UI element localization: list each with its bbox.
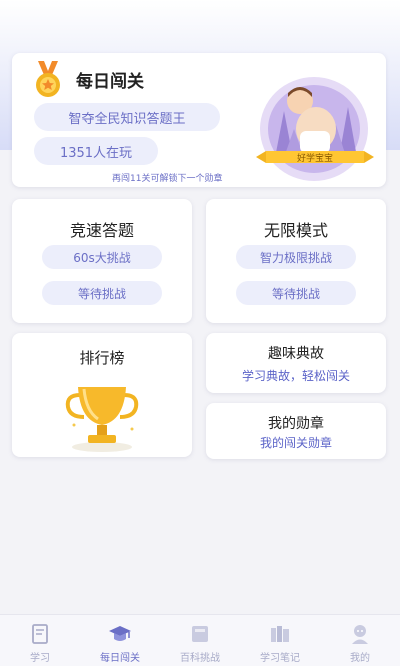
leaderboard-card[interactable]: 排行榜 [12, 333, 192, 457]
speed-waiting-pill[interactable]: 等待挑战 [42, 281, 162, 305]
my-medals-card[interactable]: 我的勋章 我的闯关勋章 [206, 403, 386, 459]
my-medals-title: 我的勋章 [268, 416, 324, 432]
players-count-pill: 1351人在玩 [34, 137, 158, 165]
profile-icon [352, 625, 368, 644]
fun-stories-card[interactable]: 趣味典故 学习典故，轻松闯关 [206, 333, 386, 393]
infinite-mode-card[interactable]: 无限模式 智力极限挑战 等待挑战 [206, 199, 386, 323]
speed-challenge-pill[interactable]: 60s大挑战 [42, 245, 162, 269]
fun-stories-subtitle: 学习典故，轻松闯关 [241, 369, 350, 383]
speed-quiz-card[interactable]: 竞速答题 60s大挑战 等待挑战 [12, 199, 192, 323]
my-medals-subtitle: 我的闯关勋章 [259, 436, 332, 450]
trophy-icon [65, 387, 139, 452]
speed-quiz-title: 竞速答题 [69, 221, 134, 240]
unlock-hint: 再闯11关可解锁下一个勋章 [112, 174, 223, 184]
nav-label-daily: 每日闯关 [100, 653, 140, 664]
graduation-cap-icon [109, 626, 131, 641]
infinite-challenge-pill[interactable]: 智力极限挑战 [236, 245, 356, 269]
infinite-mode-title: 无限模式 [263, 221, 328, 240]
nav-label-study: 学习 [30, 653, 50, 664]
nav-item-encyclopedia[interactable]: 百科挑战 [160, 615, 240, 666]
nav-item-daily[interactable]: 每日闯关 [80, 615, 160, 666]
books-shelf-icon [271, 626, 289, 642]
encyclopedia-icon [192, 626, 208, 642]
nav-item-study[interactable]: 学习 [0, 615, 80, 666]
infinite-waiting-pill[interactable]: 等待挑战 [236, 281, 356, 305]
nav-item-profile[interactable]: 我的 [320, 615, 400, 666]
nav-label-profile: 我的 [350, 653, 370, 664]
daily-title: 每日闯关 [76, 72, 144, 92]
quiz-king-pill[interactable]: 智夺全民知识答题王 [34, 103, 220, 131]
banner-text: 好学宝宝 [297, 152, 333, 164]
nav-label-encyclopedia: 百科挑战 [180, 653, 220, 664]
nav-item-notes[interactable]: 学习笔记 [240, 615, 320, 666]
daily-challenge-card[interactable]: 每日闯关 智夺全民知识答题王 1351人在玩 再闯11关可解锁下一个勋章 好学宝… [12, 53, 386, 187]
fun-stories-title: 趣味典故 [268, 346, 324, 362]
bottom-nav: 学习 每日闯关 百科挑战 学习笔记 我的 [0, 614, 400, 666]
baby-illustration: 好学宝宝 [256, 77, 374, 181]
medal-badge-icon [36, 61, 60, 97]
book-icon [32, 624, 48, 644]
nav-label-notes: 学习笔记 [260, 653, 300, 664]
leaderboard-title: 排行榜 [79, 349, 125, 367]
